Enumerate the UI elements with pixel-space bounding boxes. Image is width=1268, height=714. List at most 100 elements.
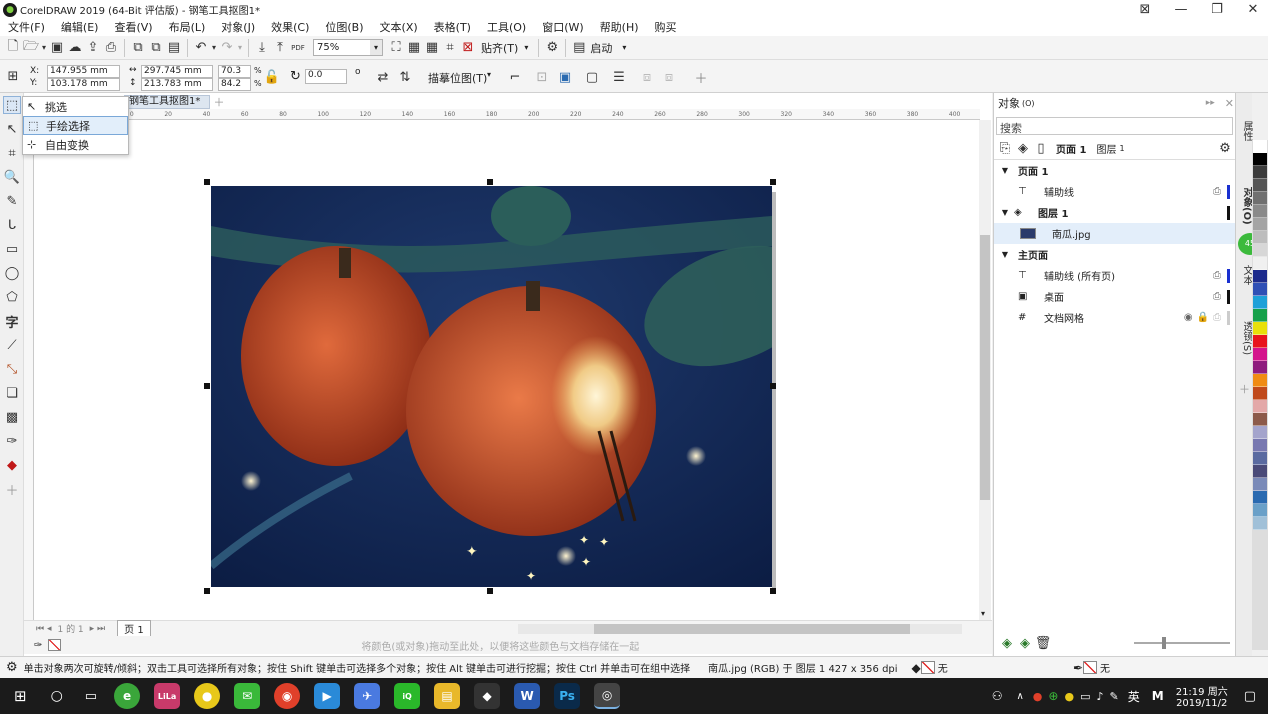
color-swatch[interactable] [1253, 322, 1267, 335]
ime-mode[interactable]: M [1152, 689, 1164, 703]
paste-icon[interactable]: ▤ [165, 39, 183, 57]
undo-icon[interactable]: ↶ [192, 39, 210, 57]
settings-gear-icon[interactable]: ⚙ [1216, 139, 1234, 157]
color-swatch[interactable] [1253, 452, 1267, 465]
freehand-pick-tool-icon[interactable]: ⬚ [3, 96, 21, 114]
print-icon[interactable]: ⎙ [102, 39, 120, 57]
snap-off-icon[interactable]: ⊠ [459, 39, 477, 57]
pen-icon[interactable]: ✎ [1110, 690, 1119, 703]
app-yellow-icon[interactable]: ● [194, 683, 221, 709]
menu-buy[interactable]: 购买 [647, 19, 685, 36]
selection-handle[interactable] [204, 588, 210, 594]
delete-icon[interactable]: 🗑 [1034, 634, 1052, 652]
color-swatch[interactable] [1253, 192, 1267, 205]
scroll-thumb[interactable] [980, 235, 990, 500]
collapse-arrow-icon[interactable]: ▼ [998, 166, 1012, 175]
grid-icon[interactable]: ▦ [423, 39, 441, 57]
photoshop-icon[interactable]: Ps [554, 683, 581, 709]
current-layer[interactable]: 图层 [1096, 141, 1116, 156]
color-swatch[interactable] [1253, 296, 1267, 309]
menu-help[interactable]: 帮助(H) [592, 19, 647, 36]
tree-row-guides[interactable]: ⊤ 辅助线 ⎙ [994, 181, 1236, 202]
add-tool-icon[interactable]: ＋ [3, 480, 21, 499]
cut-icon[interactable]: ⧉ [129, 39, 147, 57]
undo-dropdown-icon[interactable]: ▾ [210, 39, 218, 57]
color-swatch[interactable] [1253, 374, 1267, 387]
visibility-eye-icon[interactable]: ◉ [1184, 312, 1193, 323]
selection-handle[interactable] [770, 179, 776, 185]
color-swatch[interactable] [1253, 140, 1267, 153]
scroll-thumb[interactable] [594, 624, 910, 634]
menu-window[interactable]: 窗口(W) [534, 19, 591, 36]
minimize-button[interactable]: — [1172, 1, 1190, 19]
add-docker-icon[interactable]: ＋ [1239, 381, 1250, 397]
color-swatch[interactable] [1253, 413, 1267, 426]
wrap-text-icon[interactable]: ☰ [610, 68, 628, 86]
selection-handle[interactable] [770, 383, 776, 389]
launch-icon[interactable]: ▤ [570, 39, 588, 57]
menu-bitmaps[interactable]: 位图(B) [317, 19, 371, 36]
color-swatch[interactable] [1253, 283, 1267, 296]
selection-handle[interactable] [204, 383, 210, 389]
cloud-upload-icon[interactable]: ☁ [66, 39, 84, 57]
eyedropper-small-icon[interactable]: ✑ [34, 640, 42, 651]
new-layer-icon[interactable]: ◈ [998, 634, 1016, 652]
scale-y-field[interactable]: 84.2 [218, 78, 251, 91]
tree-row-pumpkin-jpg[interactable]: 南瓜.jpg [994, 223, 1236, 244]
open-folder-icon[interactable]: 🗁 [22, 39, 40, 57]
scale-x-field[interactable]: 70.3 [218, 65, 251, 78]
color-swatch[interactable] [1253, 387, 1267, 400]
text-tool-icon[interactable]: 字 [3, 312, 21, 331]
color-swatch[interactable] [1253, 205, 1267, 218]
bounding-box-icon[interactable]: ▢ [583, 68, 601, 86]
parallel-dimension-icon[interactable]: ⟋ [3, 336, 21, 354]
color-swatch[interactable] [1253, 166, 1267, 179]
flyout-item-free-transform[interactable]: ⊹ 自由变换 [23, 135, 128, 154]
color-swatch[interactable] [1253, 400, 1267, 413]
color-swatch[interactable] [1253, 244, 1267, 257]
fill-swatch[interactable] [920, 661, 935, 674]
resample-icon[interactable]: ▣ [556, 68, 574, 86]
collapse-arrow-icon[interactable]: ▼ [998, 208, 1012, 217]
notification-icon[interactable]: ▢ [1244, 689, 1256, 704]
current-page[interactable]: 页面 1 [1056, 141, 1086, 156]
horizontal-scrollbar[interactable] [518, 624, 962, 634]
people-icon[interactable]: ⚇ [992, 689, 1003, 703]
network-icon[interactable]: ▭ [1080, 690, 1090, 703]
file-explorer-icon[interactable]: ▤ [434, 683, 461, 709]
new-document-icon[interactable]: 🗋 [4, 39, 22, 57]
width-field[interactable]: 297.745 mm [141, 65, 213, 78]
lock-ratio-icon[interactable]: 🔓 [263, 68, 281, 86]
maximize-button[interactable]: ❐ [1208, 1, 1226, 19]
slider-thumb[interactable] [1162, 637, 1166, 649]
current-layer-num[interactable]: 1 [1119, 144, 1124, 153]
rulers-icon[interactable]: ▦ [405, 39, 423, 57]
tray-app2-icon[interactable]: ● [1064, 690, 1074, 703]
menu-edit[interactable]: 编辑(E) [53, 19, 107, 36]
trace-dropdown-icon[interactable]: ▾ [487, 70, 491, 79]
color-swatch[interactable] [1253, 218, 1267, 231]
rectangle-tool-icon[interactable]: ▭ [3, 240, 21, 258]
interactive-fill-icon[interactable]: ◆ [3, 456, 21, 474]
layers-icon[interactable]: ◈ [1014, 139, 1032, 157]
save-icon[interactable]: ▣ [48, 39, 66, 57]
connector-tool-icon[interactable]: ⤡ [3, 360, 21, 378]
drop-shadow-icon[interactable]: ❏ [3, 384, 21, 402]
media-player-icon[interactable]: ▶ [314, 683, 341, 709]
close-button[interactable]: ✕ [1244, 1, 1262, 19]
ime-language[interactable]: 英 [1128, 688, 1140, 705]
menu-tools[interactable]: 工具(O) [479, 19, 534, 36]
print-toggle-icon[interactable]: ⎙ [1213, 291, 1221, 302]
transparency-tool-icon[interactable]: ▩ [3, 408, 21, 426]
color-swatch[interactable] [1253, 231, 1267, 244]
word-icon[interactable]: W [514, 683, 541, 709]
print-toggle-icon[interactable]: ⎙ [1213, 270, 1221, 281]
lila-app-icon[interactable]: LiLa [154, 683, 181, 709]
zoom-tool-icon[interactable]: 🔍 [3, 168, 21, 186]
launch-dropdown-icon[interactable]: ▾ [622, 43, 626, 52]
tab-properties[interactable]: 属性 [1239, 121, 1254, 141]
mirror-vertical-icon[interactable]: ⇅ [396, 68, 414, 86]
clock[interactable]: 21:19 周六 2019/11/2 [1176, 683, 1228, 709]
task-view-icon[interactable]: ▭ [85, 689, 97, 704]
collapse-arrow-icon[interactable]: ▼ [998, 250, 1012, 259]
